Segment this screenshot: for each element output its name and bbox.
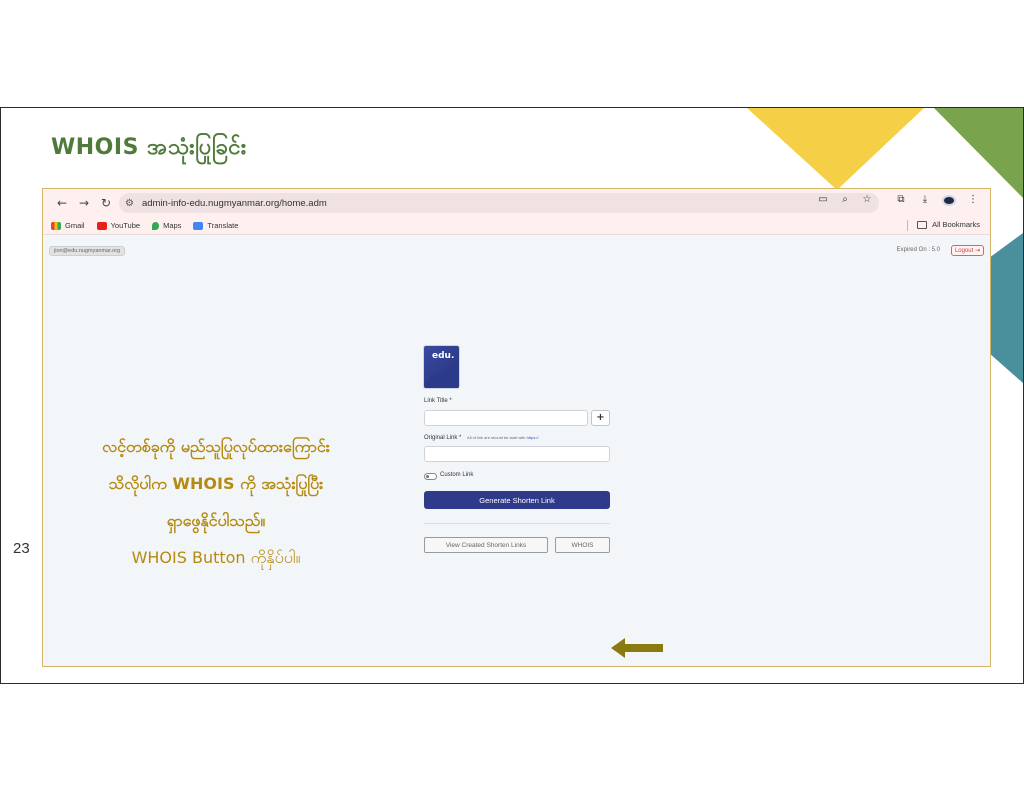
youtube-icon: [96, 221, 107, 230]
forward-arrow-icon[interactable]: →: [73, 193, 95, 213]
expired-on-text: Expired On : 5.0: [896, 247, 940, 253]
download-icon[interactable]: ⤓: [918, 194, 932, 209]
original-link-label: Original Link *: [424, 435, 462, 441]
bookmark-translate[interactable]: Translate: [193, 221, 238, 230]
original-link-label-row: Original Link * All of link are should b…: [424, 435, 539, 441]
slide: WHOIS အသုံးပြုခြင်း ← → ↻ ⚙ admin-info-e…: [0, 107, 1024, 684]
bookmark-youtube[interactable]: YouTube: [96, 221, 141, 230]
bookmark-label: Maps: [163, 221, 182, 230]
custom-link-label: Custom Link: [440, 472, 474, 478]
maps-icon: [152, 221, 160, 230]
logo-curve: [424, 370, 459, 388]
edu-logo: edu.: [424, 346, 459, 388]
page-number: 23: [13, 540, 30, 557]
zoom-icon[interactable]: ⌕: [838, 194, 852, 205]
pointer-arrow-icon: [611, 638, 663, 658]
toolbar-actions: ⧉ ⤓ ⋮: [894, 194, 980, 209]
annotation-line-1: လင့်တစ်ခုကို မည်သူပြုလုပ်ထားကြောင်း: [102, 437, 330, 456]
yellow-triangle: [747, 108, 924, 190]
profile-avatar-icon[interactable]: [942, 194, 956, 209]
translate-icon: [193, 221, 204, 230]
back-arrow-icon[interactable]: ←: [51, 193, 73, 213]
extensions-icon[interactable]: ⧉: [894, 194, 908, 209]
reload-icon[interactable]: ↻: [95, 193, 117, 213]
omnibox-actions: ▭ ⌕ ☆: [816, 194, 874, 205]
slide-title: WHOIS အသုံးပြုခြင်း: [51, 135, 247, 160]
gmail-icon: [51, 221, 61, 230]
green-triangle: [934, 108, 1023, 198]
view-created-shorten-links-button[interactable]: View Created Shorten Links: [424, 537, 548, 553]
bookmark-gmail[interactable]: Gmail: [51, 221, 85, 230]
add-button[interactable]: +: [591, 410, 610, 426]
page: WHOIS အသုံးပြုခြင်း ← → ↻ ⚙ admin-info-e…: [0, 0, 1024, 791]
teal-triangle: [989, 233, 1023, 383]
generate-shorten-link-button[interactable]: Generate Shorten Link: [424, 491, 610, 509]
logo-text: edu.: [432, 351, 455, 361]
bookmark-star-icon[interactable]: ☆: [860, 194, 874, 205]
divider: [424, 523, 610, 524]
omnibox[interactable]: ⚙ admin-info-edu.nugmyanmar.org/home.adm: [119, 193, 879, 213]
whois-button[interactable]: WHOIS: [555, 537, 610, 553]
bookmark-label: Translate: [207, 221, 239, 230]
annotation-text: လင့်တစ်ခုကို မည်သူပြုလုပ်ထားကြောင်း သိလိ…: [51, 428, 381, 576]
user-email-chip: jion@edu.nugmyanmar.org: [49, 246, 126, 256]
annotation-line-3: ရှာဖွေနိုင်ပါသည်။: [166, 511, 266, 530]
annotation-line-2: သိလိုပါက WHOIS ကို အသုံးပြုပြီး: [108, 474, 324, 493]
logout-button[interactable]: Logout ⇥: [950, 245, 984, 256]
link-title-input[interactable]: [424, 410, 588, 426]
site-settings-icon[interactable]: ⚙: [125, 198, 134, 209]
bookmark-maps[interactable]: Maps: [152, 221, 181, 230]
all-bookmarks-label: All Bookmarks: [932, 220, 980, 229]
link-title-label: Link Title *: [424, 398, 452, 404]
original-link-hint: All of link are should be start with htt…: [467, 435, 539, 440]
custom-link-toggle[interactable]: [424, 473, 437, 480]
more-menu-icon[interactable]: ⋮: [966, 194, 980, 209]
bookmark-label: YouTube: [110, 221, 141, 230]
bookmark-label: Gmail: [65, 221, 85, 230]
annotation-line-4: WHOIS Button ကိုနှိပ်ပါ။: [131, 548, 301, 567]
url-text[interactable]: admin-info-edu.nugmyanmar.org/home.adm: [142, 198, 327, 209]
bookmarks-bar: Gmail YouTube Maps Translate All Bookmar…: [43, 217, 990, 235]
original-link-input[interactable]: [424, 446, 610, 462]
cast-icon[interactable]: ▭: [816, 194, 830, 205]
bookmarks-separator: [907, 220, 908, 231]
all-bookmarks[interactable]: All Bookmarks: [917, 220, 980, 229]
folder-icon: [917, 220, 928, 229]
address-bar-row: ← → ↻ ⚙ admin-info-edu.nugmyanmar.org/ho…: [43, 189, 990, 217]
